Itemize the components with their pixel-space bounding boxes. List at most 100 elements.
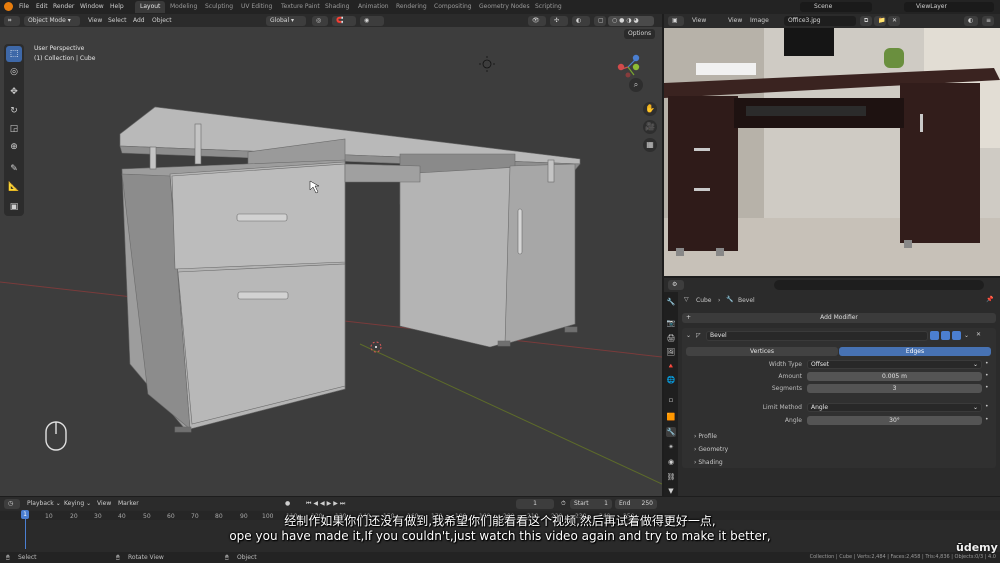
output-tab-icon[interactable]: 🖨 [666,333,676,343]
modifier-tab-icon[interactable]: 🔧 [666,427,676,437]
image-sidebar-icon[interactable]: ≡ [982,15,994,26]
remove-modifier-icon[interactable]: ✕ [976,331,981,338]
image-menu-view[interactable]: View [692,17,706,24]
tab-scripting[interactable]: Scripting [530,1,567,13]
tab-layout[interactable]: Layout [135,1,166,13]
measure-tool-icon[interactable]: 📐 [6,179,22,195]
blender-logo-icon[interactable] [4,2,13,11]
geometry-panel-header[interactable]: › Geometry [694,446,728,453]
overlay-toggle-icon[interactable]: ◐ [572,15,590,26]
tab-rendering[interactable]: Rendering [391,1,432,13]
image-menu-image[interactable]: Image [750,17,769,24]
tab-modeling[interactable]: Modeling [165,1,202,13]
keyframe-dot-icon[interactable]: • [985,384,989,391]
render-toggle-icon[interactable] [952,331,961,340]
current-frame-field[interactable]: 1 [516,498,554,509]
menu-file[interactable]: File [19,3,29,10]
keyframe-dot-icon[interactable]: • [985,403,989,410]
collapse-chevron-icon[interactable]: ⌄ [686,332,691,339]
render-tab-icon[interactable]: 📷 [666,318,676,328]
affect-vertices-button[interactable]: Vertices [686,347,838,356]
modifier-name-field[interactable]: Bevel [706,331,928,341]
tool-tab-icon[interactable]: 🔧 [666,297,676,307]
shading-panel-header[interactable]: › Shading [694,459,723,466]
menu-timeline-view[interactable]: View [97,500,111,507]
start-frame-field[interactable]: Start 1 [570,498,612,509]
image-selector[interactable]: Office3.jpg [784,15,856,26]
tab-uv-editing[interactable]: UV Editing [236,1,277,13]
menu-marker[interactable]: Marker [118,500,139,507]
edit-mode-toggle-icon[interactable] [930,331,939,340]
tab-shading[interactable]: Shading [320,1,354,13]
record-icon[interactable]: ● [285,500,290,507]
properties-editor-type-icon[interactable]: ⚙ [668,279,684,290]
pan-hand-icon[interactable]: ✋ [643,102,657,116]
image-editor-type-icon[interactable]: ▣ [668,15,684,26]
playback-controls[interactable]: ⏮◀◀▶▶⏭ [306,500,347,508]
image-menu-view-2[interactable]: View [728,17,742,24]
pivot-point-icon[interactable]: ◎ [312,15,328,26]
end-frame-field[interactable]: End 250 [615,498,657,509]
3d-viewport[interactable]: User Perspective (1) Collection | Cube O… [0,14,662,496]
keyframe-dot-icon[interactable]: • [985,416,989,423]
add-modifier-button[interactable]: + Add Modifier [682,313,996,323]
preview-range-icon[interactable]: ⏱ [561,500,566,508]
xray-toggle-icon[interactable]: ▢ [594,15,606,26]
transform-orientation-dropdown[interactable]: Global ▾ [266,15,306,26]
image-display-channels-icon[interactable]: ◐ [964,15,978,26]
visibility-icon[interactable]: 👁 [528,15,546,26]
pin-icon[interactable]: 📌 [986,296,993,303]
menu-view[interactable]: View [88,17,102,24]
object-tab-icon[interactable]: 🟧 [666,412,676,422]
angle-field[interactable]: 30° [807,416,982,425]
add-cube-tool-icon[interactable]: ▣ [6,199,22,215]
amount-field[interactable]: 0.005 m [807,372,982,381]
select-box-tool-icon[interactable]: ⬚ [6,46,22,62]
menu-render[interactable]: Render [53,3,74,10]
viewport-toggle-icon[interactable] [941,331,950,340]
cursor-tool-icon[interactable]: ◎ [6,64,22,80]
tab-geometry-nodes[interactable]: Geometry Nodes [474,1,535,13]
timeline-editor-type-icon[interactable]: ◷ [4,498,20,509]
editor-type-icon[interactable]: ⌗ [4,15,20,26]
data-tab-icon[interactable]: ▼ [666,486,676,496]
constraints-tab-icon[interactable]: ⛓ [666,472,676,482]
modifier-dropdown-icon[interactable]: ⌄ [964,332,969,339]
menu-add[interactable]: Add [133,17,145,24]
particles-tab-icon[interactable]: ✴ [666,442,676,452]
zoom-icon[interactable]: ⌕ [629,78,643,92]
image-open-icon[interactable]: 📁 [874,15,886,26]
view-layer-tab-icon[interactable]: 🖼 [666,347,676,357]
tab-texture-paint[interactable]: Texture Paint [276,1,325,13]
tab-sculpting[interactable]: Sculpting [200,1,238,13]
menu-select[interactable]: Select [108,17,127,24]
object-mode-dropdown[interactable]: Object Mode ▾ [24,15,80,26]
profile-panel-header[interactable]: › Profile [694,433,717,440]
collection-tab-icon[interactable]: ▫ [666,395,676,405]
menu-help[interactable]: Help [110,3,124,10]
menu-object[interactable]: Object [152,17,172,24]
options-button[interactable]: Options [624,29,656,39]
menu-playback[interactable]: Playback ⌄ [27,500,61,507]
proportional-edit-icon[interactable]: ◉ [360,15,384,26]
image-unlink-icon[interactable]: ✕ [888,15,900,26]
scene-tab-icon[interactable]: 🔺 [666,361,676,371]
gizmo-toggle-icon[interactable]: ✣ [550,15,568,26]
image-editor[interactable] [664,14,1000,276]
shading-mode-icons[interactable]: ○ ● ◑ ◕ [608,15,654,26]
keyframe-dot-icon[interactable]: • [985,360,989,367]
affect-edges-button[interactable]: Edges [839,347,991,356]
keyframe-dot-icon[interactable]: • [985,372,989,379]
tab-compositing[interactable]: Compositing [429,1,477,13]
perspective-toggle-icon[interactable]: ▦ [643,138,657,152]
transform-tool-icon[interactable]: ⊕ [6,139,22,155]
physics-tab-icon[interactable]: ◉ [666,457,676,467]
rotate-tool-icon[interactable]: ↻ [6,103,22,119]
scale-tool-icon[interactable]: ◲ [6,121,22,137]
menu-keying[interactable]: Keying ⌄ [64,500,91,507]
tab-animation[interactable]: Animation [353,1,394,13]
annotate-tool-icon[interactable]: ✎ [6,161,22,177]
snap-icon[interactable]: 🧲 [332,15,356,26]
image-new-icon[interactable]: ⧉ [860,15,872,26]
properties-search-input[interactable] [774,280,984,290]
